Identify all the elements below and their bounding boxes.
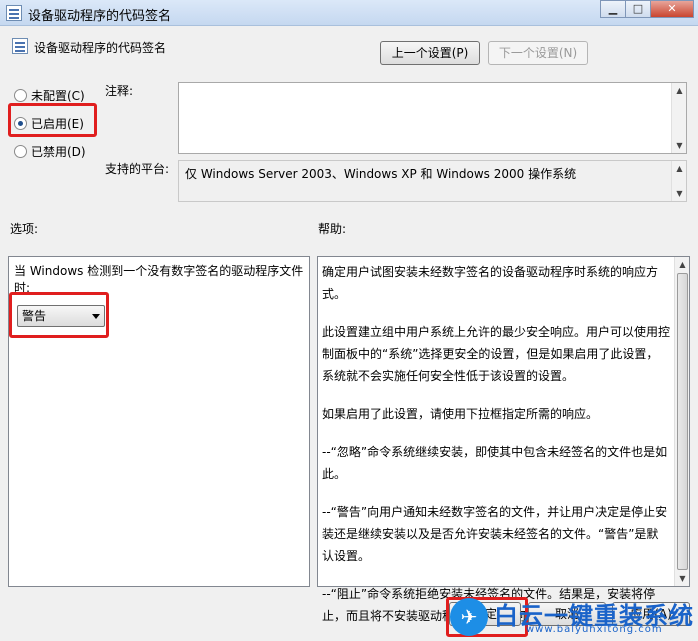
comment-scrollbar[interactable]: ▲ ▼ — [671, 83, 686, 153]
radio-label: 未配置(C) — [31, 89, 85, 103]
policy-name: 设备驱动程序的代码签名 — [34, 41, 167, 55]
platform-value: 仅 Windows Server 2003、Windows XP 和 Windo… — [185, 167, 577, 181]
minimize-button[interactable]: ▁ — [600, 0, 626, 18]
platform-scrollbar[interactable]: ▲ ▼ — [671, 161, 686, 201]
comment-label: 注释: — [105, 84, 134, 98]
options-label: 选项: — [10, 222, 39, 236]
scroll-down-icon[interactable]: ▼ — [675, 571, 690, 586]
scroll-up-icon[interactable]: ▲ — [675, 257, 690, 272]
comment-textarea[interactable]: ▲ ▼ — [178, 82, 687, 154]
maximize-button[interactable]: □ — [625, 0, 651, 18]
help-scrollbar[interactable]: ▲ ▼ — [674, 257, 689, 586]
next-setting-button[interactable]: 下一个设置(N) — [488, 41, 588, 65]
scroll-thumb[interactable] — [677, 273, 688, 570]
platform-box: 仅 Windows Server 2003、Windows XP 和 Windo… — [178, 160, 687, 202]
highlight-box-dropdown — [9, 292, 109, 338]
window-title: 设备驱动程序的代码签名 — [28, 9, 172, 24]
scroll-up-icon[interactable]: ▲ — [672, 83, 687, 98]
policy-setting-icon — [12, 38, 28, 54]
platform-label: 支持的平台: — [105, 162, 170, 176]
radio-label: 已禁用(D) — [31, 145, 86, 159]
bird-logo-icon: ✈ — [450, 598, 488, 636]
watermark: ✈ 白云一键重装系统 www.baiyunxitong.com — [448, 596, 698, 641]
help-paragraph: --“警告”向用户通知未经数字签名的文件，并让用户决定是停止安装还是继续安装以及… — [322, 505, 668, 563]
scroll-down-icon[interactable]: ▼ — [672, 186, 687, 201]
help-paragraph: 确定用户试图安装未经数字签名的设备驱动程序时系统的响应方式。 — [322, 265, 659, 301]
window-controls: ▁ □ ✕ — [600, 0, 694, 20]
scroll-up-icon[interactable]: ▲ — [672, 161, 687, 176]
help-label: 帮助: — [318, 222, 347, 236]
highlight-box-enabled — [8, 103, 97, 137]
policy-app-icon — [6, 5, 22, 21]
help-paragraph: 此设置建立组中用户系统上允许的最少安全响应。用户可以使用控制面板中的“系统”选择… — [322, 325, 671, 383]
previous-setting-button[interactable]: 上一个设置(P) — [380, 41, 480, 65]
radio-circle[interactable] — [14, 145, 27, 158]
help-pane: 确定用户试图安装未经数字签名的设备驱动程序时系统的响应方式。 此设置建立组中用户… — [317, 256, 690, 623]
radio-not-configured[interactable]: 未配置(C) — [14, 87, 85, 104]
radio-disabled[interactable]: 已禁用(D) — [14, 143, 86, 160]
help-paragraph: --“忽略”命令系统继续安装，即使其中包含未经签名的文件也是如此。 — [322, 445, 668, 481]
help-content: 确定用户试图安装未经数字签名的设备驱动程序时系统的响应方式。 此设置建立组中用户… — [322, 261, 670, 641]
window-titlebar[interactable]: 设备驱动程序的代码签名 ▁ □ ✕ — [0, 0, 698, 26]
watermark-url: www.baiyunxitong.com — [526, 624, 663, 635]
radio-circle[interactable] — [14, 89, 27, 102]
help-paragraph: 如果启用了此设置，请使用下拉框指定所需的响应。 — [322, 407, 599, 421]
close-button[interactable]: ✕ — [650, 0, 694, 18]
scroll-down-icon[interactable]: ▼ — [672, 138, 687, 153]
